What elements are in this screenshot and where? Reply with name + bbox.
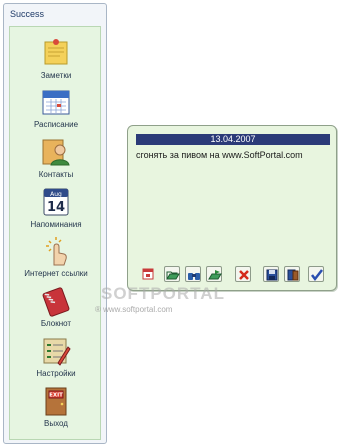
note-text[interactable]: сгонять за пивом на www.SoftPortal.com: [136, 150, 332, 160]
save-as-button[interactable]: [284, 266, 300, 282]
watermark-url: ® www.softportal.com: [95, 305, 173, 314]
sidebar-item-reminders[interactable]: Aug 14 Напоминания: [10, 184, 102, 234]
note-date: 13.04.2007: [136, 134, 330, 145]
save-as-icon: [287, 269, 299, 281]
open-button[interactable]: [164, 266, 180, 282]
sticky-note-icon: [44, 39, 68, 65]
send-icon: [208, 270, 222, 280]
calendar-button[interactable]: [140, 266, 156, 282]
sidebar-item-settings[interactable]: Настройки: [10, 333, 102, 383]
svg-text:Aug: Aug: [50, 191, 62, 198]
delete-icon: [239, 270, 249, 280]
exit-door-icon: EXIT: [45, 387, 67, 416]
notebook-icon: [42, 287, 70, 317]
sidebar-panel: Success Заметки Расписание Контакты Aug …: [3, 3, 107, 444]
find-icon: [188, 273, 200, 280]
save-button[interactable]: [263, 266, 279, 282]
sidebar-item-links[interactable]: Интернет ссылки: [10, 233, 102, 283]
calendar-icon: [142, 268, 154, 280]
note-window: 13.04.2007 сгонять за пивом на www.SoftP…: [127, 125, 337, 291]
svg-text:EXIT: EXIT: [49, 393, 63, 399]
sidebar-item-label: Расписание: [33, 120, 79, 129]
sidebar-item-notes[interactable]: Заметки: [10, 35, 102, 85]
watermark-logo: SOFTPORTAL: [101, 284, 225, 303]
web-links-icon: [46, 237, 67, 266]
sidebar-menu: Заметки Расписание Контакты Aug 14 Напом…: [9, 26, 101, 440]
sidebar-item-label: Блокнот: [40, 319, 72, 328]
reminder-calendar-icon: Aug 14: [43, 188, 69, 216]
svg-text:14: 14: [47, 200, 65, 215]
sidebar-item-label: Напоминания: [30, 220, 82, 229]
sidebar-item-label: Выход: [44, 419, 68, 428]
sidebar-item-schedule[interactable]: Расписание: [10, 84, 102, 134]
sidebar-item-label: Интернет ссылки: [24, 269, 88, 278]
ok-button[interactable]: [308, 266, 324, 282]
sidebar-item-notebook[interactable]: Блокнот: [10, 283, 102, 333]
sidebar-item-label: Настройки: [36, 369, 76, 378]
sidebar-item-label: Контакты: [38, 170, 74, 179]
sidebar-item-contacts[interactable]: Контакты: [10, 134, 102, 184]
delete-button[interactable]: [235, 266, 251, 282]
send-button[interactable]: [206, 266, 222, 282]
settings-icon: [43, 338, 71, 366]
save-icon: [266, 269, 278, 281]
contacts-icon: [42, 139, 70, 166]
find-button[interactable]: [185, 266, 201, 282]
sidebar-item-label: Заметки: [40, 71, 72, 80]
open-icon: [166, 271, 180, 280]
calendar-icon: [42, 90, 70, 115]
sidebar-item-exit[interactable]: EXIT Выход: [10, 383, 102, 433]
ok-check-icon: [311, 269, 323, 282]
panel-title: Success: [10, 9, 45, 19]
